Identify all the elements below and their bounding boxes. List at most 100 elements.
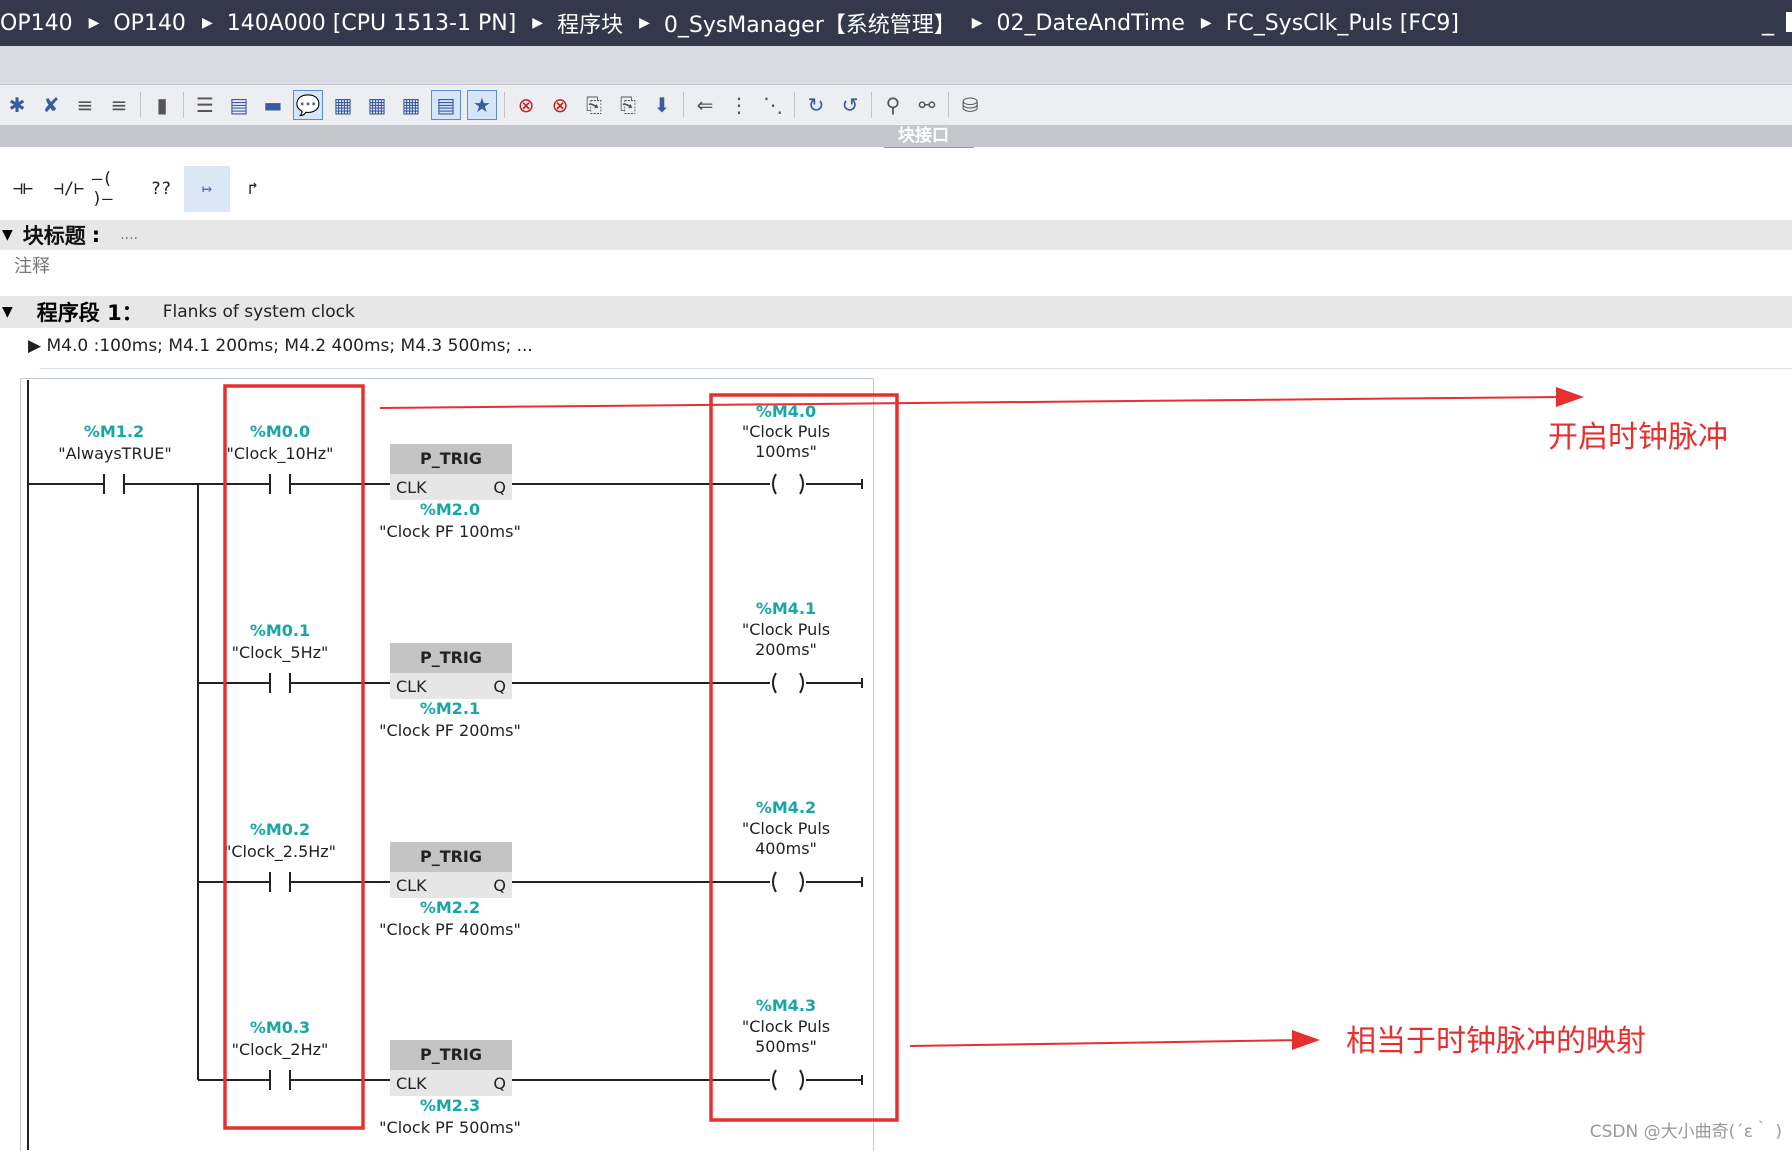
breadcrumb-item[interactable]: OP140 [0, 11, 73, 36]
list-icon[interactable]: ⋮ [725, 91, 753, 119]
coil-right [799, 871, 804, 893]
simulation-icon[interactable]: ⚯ [913, 91, 941, 119]
contact-address[interactable]: %M0.3 [230, 1018, 330, 1037]
coil-right [799, 1069, 804, 1091]
breadcrumb-item[interactable]: 程序块 [557, 7, 623, 39]
always-true-address[interactable]: %M1.2 [64, 422, 164, 441]
ladder-diagram: %M1.2 "AlwaysTRUE" %M0.0 "Clock_10Hz" P_… [0, 378, 880, 1151]
close-branch-button[interactable]: ↱ [230, 166, 276, 212]
memory-address[interactable]: %M2.3 [400, 1096, 500, 1115]
compare-icon[interactable]: ⎘ [580, 91, 608, 119]
coil-right [799, 672, 804, 694]
absolute-operand-icon[interactable]: ▦ [329, 91, 357, 119]
always-true-symbol[interactable]: "AlwaysTRUE" [40, 444, 190, 463]
call-hierarchy-icon[interactable]: ⇐ [691, 91, 719, 119]
clear-error-icon[interactable]: ⊗ [546, 91, 574, 119]
insert-row-icon[interactable]: ≡ [71, 91, 99, 119]
coil-symbol[interactable]: "Clock Puls [716, 1017, 856, 1036]
monitor-icon[interactable]: ↻ [802, 91, 830, 119]
block-title-row[interactable]: ▼ 块标题 : .... [0, 220, 1792, 250]
minimize-button[interactable]: _ [1762, 8, 1774, 36]
contact-symbol[interactable]: "Clock_10Hz" [210, 444, 350, 463]
block-title-value[interactable]: .... [120, 227, 138, 243]
coil-left [772, 473, 777, 495]
network-comment-text: M4.0 :100ms; M4.1 200ms; M4.2 400ms; M4.… [46, 336, 533, 356]
breakpoint-icon[interactable]: ⚲ [879, 91, 907, 119]
coil-left [772, 871, 777, 893]
contact-address[interactable]: %M0.1 [230, 621, 330, 640]
delete-network-icon[interactable]: ✘ [37, 91, 65, 119]
breadcrumb-item[interactable]: 02_DateAndTime [997, 11, 1185, 36]
memory-symbol[interactable]: "Clock PF 200ms" [370, 721, 530, 740]
block-comment[interactable]: 注释 [14, 252, 50, 278]
breadcrumb-item[interactable]: OP140 [113, 11, 186, 36]
network-view-icon[interactable]: ▬ [259, 91, 287, 119]
indent-icon[interactable]: ☰ [191, 91, 219, 119]
coil-symbol[interactable]: 400ms" [716, 839, 856, 858]
breadcrumb-item[interactable]: FC_SysClk_Puls [FC9] [1226, 11, 1459, 36]
breadcrumb-arrow-icon: ▶ [971, 15, 983, 31]
memory-address[interactable]: %M2.2 [400, 898, 500, 917]
coil-symbol[interactable]: "Clock Puls [716, 819, 856, 838]
coil-symbol[interactable]: 100ms" [716, 442, 856, 461]
breadcrumb-item[interactable]: 140A000 [CPU 1513-1 PN] [227, 11, 517, 36]
contact-address[interactable]: %M0.2 [230, 820, 330, 839]
coil-address[interactable]: %M4.1 [736, 599, 836, 618]
memory-symbol[interactable]: "Clock PF 400ms" [370, 920, 530, 939]
nc-contact-button[interactable]: ⊣/⊢ [46, 166, 92, 212]
operand-display-icon[interactable]: ▦ [397, 91, 425, 119]
database-icon[interactable]: ⛁ [956, 91, 984, 119]
contact-symbol[interactable]: "Clock_5Hz" [210, 643, 350, 662]
symbolic-operand-icon[interactable]: ▦ [363, 91, 391, 119]
no-contact-button[interactable]: ⊣⊢ [0, 166, 46, 212]
coil-symbol[interactable]: "Clock Puls [716, 422, 856, 441]
append-row-icon[interactable]: ≡ [105, 91, 133, 119]
insert-network-icon[interactable]: ✱ [3, 91, 31, 119]
copy-block-icon[interactable]: ⎘ [614, 91, 642, 119]
toolbar-separator [794, 92, 795, 118]
clk-pin: CLK [396, 876, 427, 895]
annotation-text: 相当于时钟脉冲的映射 [1346, 1024, 1646, 1059]
coil-address[interactable]: %M4.0 [736, 402, 836, 421]
empty-box-button[interactable]: ?? [138, 166, 184, 212]
coil-address[interactable]: %M4.2 [736, 798, 836, 817]
breadcrumb-item[interactable]: 0_SysManager【系统管理】 [664, 7, 956, 39]
comment-icon[interactable]: 💬 [293, 90, 323, 120]
expand-triangle-icon[interactable]: ▶ [28, 336, 46, 356]
tree-icon[interactable]: ⋱ [759, 91, 787, 119]
editor-header-strip [0, 46, 1792, 85]
splitter-handle[interactable] [884, 147, 974, 158]
toolbar-separator [504, 92, 505, 118]
network-title[interactable]: Flanks of system clock [163, 302, 355, 322]
collapse-triangle-icon[interactable]: ▼ [2, 304, 13, 320]
go-to-error-icon[interactable]: ⊗ [512, 91, 540, 119]
coil-symbol[interactable]: 200ms" [716, 640, 856, 659]
undo-icon[interactable]: ▮ [148, 91, 176, 119]
coil-symbol[interactable]: 500ms" [716, 1037, 856, 1056]
block-interface-bar[interactable]: 块接口 [0, 125, 1792, 147]
annotation-arrowhead-icon [1556, 387, 1584, 407]
monitor-all-icon[interactable]: ↺ [836, 91, 864, 119]
memory-symbol[interactable]: "Clock PF 100ms" [370, 522, 530, 541]
coil-address[interactable]: %M4.3 [736, 996, 836, 1015]
contact-symbol[interactable]: "Clock_2.5Hz" [210, 842, 350, 861]
block-title-colon: : [91, 223, 101, 247]
toolbar-separator [183, 92, 184, 118]
contact-symbol[interactable]: "Clock_2Hz" [210, 1040, 350, 1059]
open-branch-button[interactable]: ↦ [184, 166, 230, 212]
coil-symbol[interactable]: "Clock Puls [716, 620, 856, 639]
contact-address[interactable]: %M0.0 [230, 422, 330, 441]
clk-pin: CLK [396, 478, 427, 497]
download-icon[interactable]: ⬇ [648, 91, 676, 119]
network-header[interactable]: ▼ 程序段 1： Flanks of system clock [0, 296, 1792, 328]
memory-symbol[interactable]: "Clock PF 500ms" [370, 1118, 530, 1137]
memory-address[interactable]: %M2.1 [400, 699, 500, 718]
memory-address[interactable]: %M2.0 [400, 500, 500, 519]
window-split-icon[interactable]: ▤ [225, 91, 253, 119]
network-comment[interactable]: ▶ M4.0 :100ms; M4.1 200ms; M4.2 400ms; M… [28, 336, 533, 356]
coil-button[interactable]: –( )– [92, 166, 138, 212]
annotation-text: 开启时钟脉冲 [1548, 420, 1728, 455]
collapse-triangle-icon[interactable]: ▼ [2, 227, 13, 243]
favorites-icon[interactable]: ▤ [431, 90, 461, 120]
highlight-icon[interactable]: ★ [467, 90, 497, 120]
